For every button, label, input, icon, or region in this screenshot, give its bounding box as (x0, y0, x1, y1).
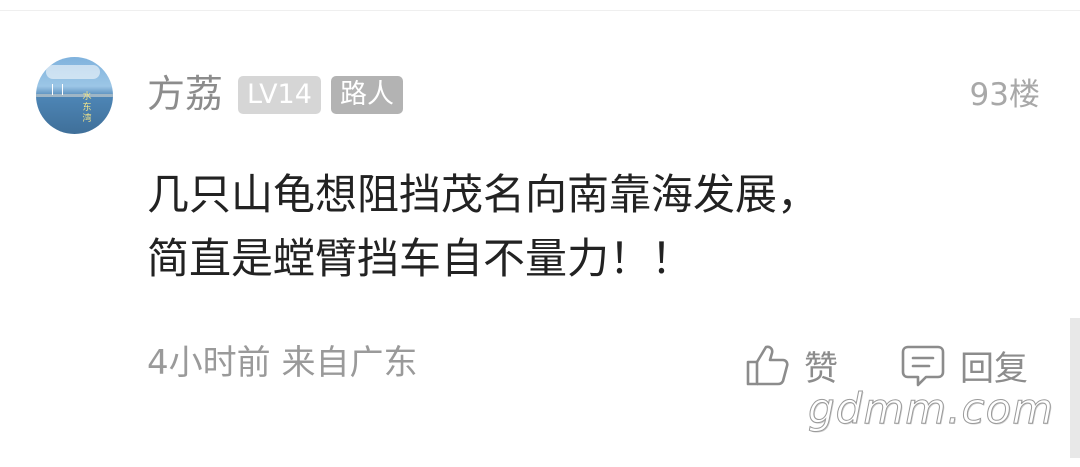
comment-line: 几只山龟想阻挡茂名向南靠海发展， (147, 170, 820, 219)
comment-meta: 4小时前 来自广东 (147, 343, 418, 383)
comment-bubble-icon (900, 342, 946, 388)
comment-page: 水东湾 方荔 LV14 路人 93楼 几只山龟想阻挡茂名向南靠海发展， 简直是螳… (0, 0, 1080, 467)
avatar-turbine (52, 84, 53, 95)
floor-number: 93楼 (969, 77, 1040, 113)
avatar-turbine (62, 84, 63, 95)
avatar-text: 水东湾 (82, 92, 92, 124)
like-label: 赞 (804, 348, 838, 389)
comment-line: 简直是螳臂挡车自不量力！！ (147, 234, 694, 283)
level-badge: LV14 (238, 76, 321, 114)
avatar-shore (36, 94, 113, 97)
reply-button[interactable]: 回复 (900, 341, 1028, 389)
avatar-cloud (46, 65, 100, 79)
top-divider (0, 10, 1080, 11)
comment-content: 几只山龟想阻挡茂名向南靠海发展， 简直是螳臂挡车自不量力！！ (147, 163, 1027, 291)
role-badge: 路人 (331, 76, 403, 114)
username[interactable]: 方荔 (147, 71, 223, 117)
avatar[interactable]: 水东湾 (36, 57, 113, 134)
reply-label: 回复 (960, 348, 1028, 389)
watermark: gdmm.com (807, 384, 1055, 434)
like-button[interactable]: 赞 (744, 341, 838, 389)
scrollbar[interactable] (1070, 318, 1080, 458)
thumbs-up-icon (744, 342, 790, 388)
